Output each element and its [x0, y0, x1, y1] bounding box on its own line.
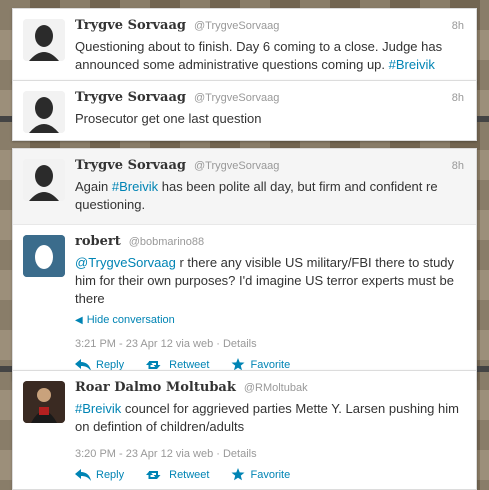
tweet-text: Questioning about to finish. Day 6 comin…	[75, 38, 464, 74]
retweet-button[interactable]: Retweet	[146, 468, 209, 481]
reply-tweet[interactable]: robert @bobmarino88 @TrygveSorvaag r the…	[13, 224, 476, 379]
reply-label: Reply	[96, 358, 125, 371]
tweet[interactable]: Trygve Sorvaag @TrygveSorvaag 8h Questio…	[13, 9, 476, 82]
reply-icon	[75, 358, 91, 371]
timestamp[interactable]: 8h	[452, 160, 464, 172]
avatar[interactable]	[23, 19, 65, 61]
avatar[interactable]	[23, 381, 65, 423]
hashtag-link[interactable]: #Breivik	[389, 57, 435, 72]
tweet-text: Prosecutor get one last question	[75, 111, 262, 126]
avatar[interactable]	[23, 235, 65, 277]
username[interactable]: @TrygveSorvaag	[194, 20, 279, 32]
tweet-text: #Breivik councel for aggrieved parties M…	[75, 400, 464, 436]
hide-conversation-label: Hide conversation	[86, 314, 175, 326]
avatar[interactable]	[23, 159, 65, 201]
tweet-text: @TrygveSorvaag r there any visible US mi…	[75, 254, 464, 308]
tweet-header: Trygve Sorvaag @TrygveSorvaag 8h	[75, 90, 464, 106]
timestamp[interactable]: 8h	[452, 92, 464, 104]
reply-button[interactable]: Reply	[75, 468, 124, 481]
favorite-label: Favorite	[250, 468, 291, 481]
tweet-actions: Reply Retweet Favorite	[75, 468, 464, 481]
tweet[interactable]: Roar Dalmo Moltubak @RMoltubak #Breivik …	[13, 371, 476, 489]
tweet-header: robert @bobmarino88	[75, 234, 464, 250]
reply-icon	[75, 468, 91, 481]
retweet-label: Retweet	[169, 358, 210, 371]
conversation-card[interactable]: Trygve Sorvaag @TrygveSorvaag 8h Again #…	[12, 148, 477, 380]
tweet-text-segment: Again	[75, 179, 112, 194]
tweet-header: Trygve Sorvaag @TrygveSorvaag 8h	[75, 18, 464, 34]
arrow-left-icon: ◀	[75, 314, 83, 326]
retweet-label: Retweet	[169, 468, 210, 481]
retweet-icon	[146, 469, 164, 481]
tweet-meta: 3:20 PM - 23 Apr 12 via web · Details	[75, 448, 257, 460]
tweet-header: Roar Dalmo Moltubak @RMoltubak	[75, 380, 464, 396]
username[interactable]: @bobmarino88	[129, 236, 204, 248]
tweet[interactable]: Trygve Sorvaag @TrygveSorvaag 8h Prosecu…	[13, 81, 476, 140]
tweet-text: Again #Breivik has been polite all day, …	[75, 178, 464, 214]
fullname[interactable]: Trygve Sorvaag	[75, 90, 186, 105]
favorite-button[interactable]: Favorite	[231, 468, 290, 481]
fullname[interactable]: Trygve Sorvaag	[75, 158, 186, 173]
fullname[interactable]: Trygve Sorvaag	[75, 18, 186, 33]
tweet-card[interactable]: Trygve Sorvaag @TrygveSorvaag 8h Prosecu…	[12, 80, 477, 141]
hashtag-link[interactable]: #Breivik	[75, 401, 121, 416]
fullname[interactable]: Roar Dalmo Moltubak	[75, 380, 236, 395]
avatar[interactable]	[23, 91, 65, 133]
timestamp[interactable]: 8h	[452, 20, 464, 32]
tweet-text-segment: Questioning about to finish. Day 6 comin…	[75, 39, 443, 72]
tweet-text-segment: councel for aggrieved parties Mette Y. L…	[75, 401, 459, 434]
tweet-header: Trygve Sorvaag @TrygveSorvaag 8h	[75, 158, 464, 174]
star-icon	[231, 468, 245, 481]
username[interactable]: @RMoltubak	[244, 382, 308, 394]
tweet-card[interactable]: Trygve Sorvaag @TrygveSorvaag 8h Questio…	[12, 8, 477, 83]
retweet-icon	[146, 359, 164, 371]
tweet-meta: 3:21 PM - 23 Apr 12 via web · Details	[75, 338, 257, 350]
tweet-card[interactable]: Roar Dalmo Moltubak @RMoltubak #Breivik …	[12, 370, 477, 490]
username[interactable]: @TrygveSorvaag	[194, 160, 279, 172]
fullname[interactable]: robert	[75, 234, 121, 249]
hashtag-link[interactable]: #Breivik	[112, 179, 158, 194]
mention-link[interactable]: @TrygveSorvaag	[75, 255, 176, 270]
reply-label: Reply	[96, 468, 125, 481]
username[interactable]: @TrygveSorvaag	[194, 92, 279, 104]
tweet[interactable]: Trygve Sorvaag @TrygveSorvaag 8h Again #…	[13, 149, 476, 224]
hide-conversation-link[interactable]: ◀ Hide conversation	[75, 314, 464, 326]
favorite-label: Favorite	[250, 358, 291, 371]
